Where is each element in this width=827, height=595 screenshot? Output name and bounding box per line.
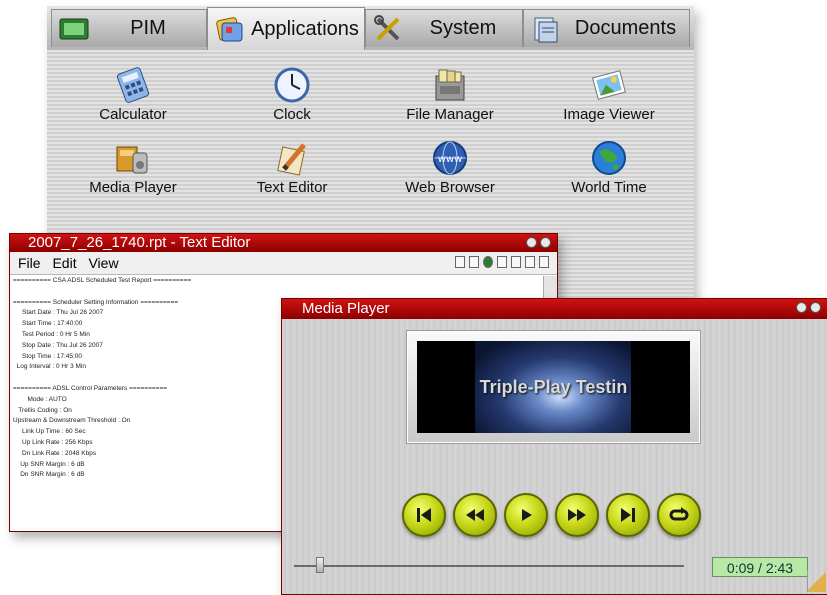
video-frame: Triple-Play Testin — [406, 330, 701, 444]
system-tools-icon — [372, 14, 404, 44]
tab-documents[interactable]: Documents — [523, 9, 690, 47]
media-player-icon — [113, 139, 153, 177]
rewind-button[interactable] — [453, 493, 497, 537]
text-line: ========== CSA ADSL Scheduled Test Repor… — [13, 277, 192, 284]
minimize-icon[interactable] — [796, 302, 807, 313]
app-calculator-label: Calculator — [99, 106, 167, 123]
menu-view[interactable]: View — [88, 255, 118, 271]
media-player-titlebar[interactable]: Media Player — [282, 299, 827, 319]
text-line — [13, 287, 545, 298]
fast-forward-button[interactable] — [555, 493, 599, 537]
copy-icon[interactable] — [511, 256, 521, 268]
video-caption: Triple-Play Testin — [479, 377, 628, 397]
media-player-window: Media Player Triple-Play Testin 0:09 / 2… — [281, 298, 827, 595]
time-display: 0:09 / 2:43 — [712, 557, 808, 577]
world-time-icon — [589, 139, 629, 177]
cut-icon[interactable] — [497, 256, 507, 268]
app-text-editor[interactable]: Text Editor — [222, 139, 362, 196]
resize-handle-icon[interactable] — [807, 570, 826, 592]
tab-system-label: System — [429, 17, 497, 39]
repeat-button[interactable] — [657, 493, 701, 537]
app-world-time[interactable]: World Time — [539, 139, 679, 196]
pim-icon — [58, 14, 90, 44]
app-image-viewer[interactable]: Image Viewer — [539, 66, 679, 123]
tab-applications-label: Applications — [251, 17, 359, 40]
play-icon — [522, 509, 532, 521]
image-viewer-icon — [589, 66, 629, 104]
app-clock[interactable]: Clock — [222, 66, 362, 123]
minimize-icon[interactable] — [526, 237, 537, 248]
app-web-browser[interactable]: www Web Browser — [380, 139, 520, 196]
skip-to-start-icon — [417, 508, 431, 522]
applications-icon — [214, 14, 246, 44]
text-editor-menubar: File Edit View — [10, 252, 557, 275]
text-editor-title: 2007_7_26_1740.rpt - Text Editor — [28, 234, 251, 251]
play-button[interactable] — [504, 493, 548, 537]
skip-to-start-button[interactable] — [402, 493, 446, 537]
skip-to-end-button[interactable] — [606, 493, 650, 537]
app-image-viewer-label: Image Viewer — [563, 106, 655, 123]
media-player-title: Media Player — [302, 300, 390, 317]
menu-edit[interactable]: Edit — [52, 255, 76, 271]
tab-system[interactable]: System — [365, 9, 523, 47]
open-file-icon[interactable] — [469, 256, 479, 268]
file-manager-icon — [430, 66, 470, 104]
text-editor-icon — [272, 139, 312, 177]
text-editor-titlebar[interactable]: 2007_7_26_1740.rpt - Text Editor — [10, 234, 557, 252]
skip-to-end-icon — [621, 508, 635, 522]
app-calculator[interactable]: Calculator — [63, 66, 203, 123]
app-clock-label: Clock — [273, 106, 311, 123]
tab-pim-label: PIM — [130, 17, 166, 39]
app-text-editor-label: Text Editor — [256, 179, 328, 196]
app-file-manager-label: File Manager — [406, 106, 494, 123]
menu-file[interactable]: File — [18, 255, 41, 271]
tab-pim[interactable]: PIM — [51, 9, 207, 47]
new-document-icon[interactable] — [455, 256, 465, 268]
app-file-manager[interactable]: File Manager — [380, 66, 520, 123]
web-browser-icon: www — [430, 139, 470, 177]
calculator-icon — [113, 66, 153, 104]
app-media-player[interactable]: Media Player — [63, 139, 203, 196]
documents-icon — [530, 14, 562, 44]
close-icon[interactable] — [810, 302, 821, 313]
seek-bar-handle[interactable] — [316, 557, 324, 573]
text-editor-toolbar — [455, 256, 549, 268]
fast-forward-icon — [568, 509, 586, 521]
svg-text:www: www — [438, 154, 463, 165]
video-screen[interactable]: Triple-Play Testin — [417, 341, 690, 433]
clock-icon — [272, 66, 312, 104]
repeat-icon — [669, 507, 689, 521]
rewind-icon — [466, 509, 484, 521]
tab-documents-label: Documents — [574, 17, 677, 39]
launcher-tab-bar: PIM Applications System Documents — [47, 6, 694, 50]
seek-bar-track[interactable] — [294, 565, 684, 567]
app-world-time-label: World Time — [571, 179, 647, 196]
find-icon[interactable] — [539, 256, 549, 268]
app-media-player-label: Media Player — [89, 179, 177, 196]
close-icon[interactable] — [540, 237, 551, 248]
tab-applications[interactable]: Applications — [207, 7, 365, 50]
save-icon[interactable] — [483, 256, 493, 268]
paste-icon[interactable] — [525, 256, 535, 268]
app-web-browser-label: Web Browser — [405, 179, 495, 196]
